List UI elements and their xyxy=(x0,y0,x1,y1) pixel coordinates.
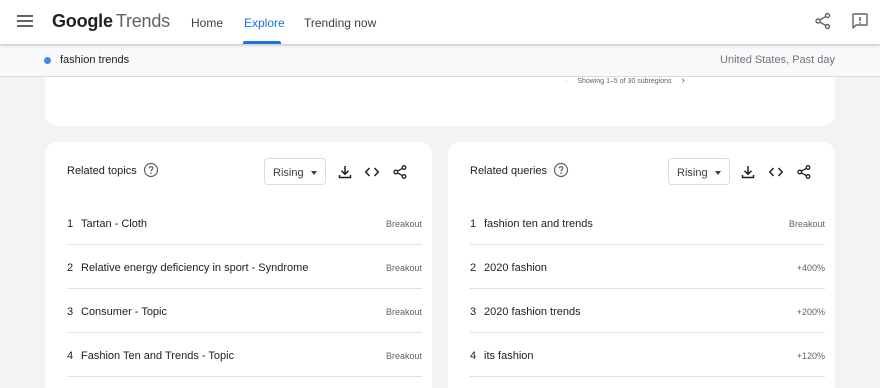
list-item[interactable]: 3 2020 fashion trends +200% xyxy=(448,289,825,333)
card-title: Related queries xyxy=(470,165,548,177)
item-value: Breakout xyxy=(788,219,825,229)
item-name: Tartan - Cloth xyxy=(81,218,148,230)
list-item[interactable]: 1 Tartan - Cloth Breakout xyxy=(45,201,422,245)
embed-code-icon[interactable] xyxy=(364,164,380,180)
logo-trends-text: Trends xyxy=(115,11,170,31)
feedback-icon[interactable] xyxy=(850,11,870,31)
item-value: +400% xyxy=(796,263,825,273)
nav-trending-now[interactable]: Trending now xyxy=(304,16,376,30)
share-icon[interactable] xyxy=(392,164,408,180)
item-rank: 4 xyxy=(470,350,477,362)
top-app-bar: Google Trends Home Explore Trending now xyxy=(0,0,880,44)
list-item[interactable]: 2 Relative energy deficiency in sport - … xyxy=(45,245,422,289)
item-rank: 2 xyxy=(470,262,477,274)
embed-code-icon[interactable] xyxy=(768,164,784,180)
item-value: Breakout xyxy=(385,263,422,273)
item-rank: 3 xyxy=(470,306,477,318)
hamburger-menu-icon[interactable] xyxy=(16,13,34,31)
item-name: 2020 fashion xyxy=(484,262,547,274)
nav-explore[interactable]: Explore xyxy=(244,16,285,30)
item-name: Fashion Ten and Trends - Topic xyxy=(81,350,235,362)
rising-dropdown[interactable]: Rising xyxy=(264,158,326,185)
pager-text: Showing 1–5 of 30 subregions xyxy=(577,78,672,85)
search-term-bar: fashion trends United States, Past day xyxy=(0,44,880,77)
list-item[interactable]: 4 Fashion Ten and Trends - Topic Breakou… xyxy=(45,333,422,377)
item-name: fashion ten and trends xyxy=(484,218,593,230)
dropdown-selected-value: Rising xyxy=(273,167,304,179)
item-name: Consumer - Topic xyxy=(81,306,167,318)
help-icon[interactable] xyxy=(553,162,569,178)
pager-prev-icon[interactable]: ‹ xyxy=(565,78,567,85)
google-trends-logo[interactable]: Google Trends xyxy=(52,11,170,32)
item-rank: 4 xyxy=(67,350,74,362)
related-queries-card: Related queries Rising 1 fashion ten and… xyxy=(448,142,835,388)
download-icon[interactable] xyxy=(740,164,756,180)
list-item[interactable]: 3 Consumer - Topic Breakout xyxy=(45,289,422,333)
help-icon[interactable] xyxy=(143,162,159,178)
divider xyxy=(67,376,422,377)
chevron-down-icon xyxy=(715,171,721,175)
item-value: +120% xyxy=(796,351,825,361)
chevron-down-icon xyxy=(311,171,317,175)
active-tab-indicator xyxy=(243,41,281,44)
dropdown-selected-value: Rising xyxy=(677,167,708,179)
search-term-label[interactable]: fashion trends xyxy=(60,54,129,66)
share-icon[interactable] xyxy=(813,11,833,31)
card-title: Related topics xyxy=(67,165,137,177)
related-topics-card: Related topics Rising 1 Tartan - Cloth B… xyxy=(45,142,432,388)
item-rank: 2 xyxy=(67,262,74,274)
nav-home[interactable]: Home xyxy=(191,16,223,30)
item-name: 2020 fashion trends xyxy=(484,306,581,318)
region-timeframe-label: United States, Past day xyxy=(720,54,835,66)
rising-dropdown[interactable]: Rising xyxy=(668,158,730,185)
item-value: +200% xyxy=(796,307,825,317)
divider xyxy=(470,376,825,377)
item-rank: 1 xyxy=(67,218,74,230)
term-color-dot xyxy=(44,57,51,64)
item-value: Breakout xyxy=(385,219,422,229)
item-rank: 1 xyxy=(470,218,477,230)
share-icon[interactable] xyxy=(796,164,812,180)
logo-google-text: Google xyxy=(52,11,113,31)
item-value: Breakout xyxy=(385,307,422,317)
item-value: Breakout xyxy=(385,351,422,361)
list-item[interactable]: 4 its fashion +120% xyxy=(448,333,825,377)
item-name: Relative energy deficiency in sport - Sy… xyxy=(81,262,309,274)
download-icon[interactable] xyxy=(337,164,353,180)
list-item[interactable]: 2 2020 fashion +400% xyxy=(448,245,825,289)
item-name: its fashion xyxy=(484,350,534,362)
list-item[interactable]: 1 fashion ten and trends Breakout xyxy=(448,201,825,245)
item-rank: 3 xyxy=(67,306,74,318)
